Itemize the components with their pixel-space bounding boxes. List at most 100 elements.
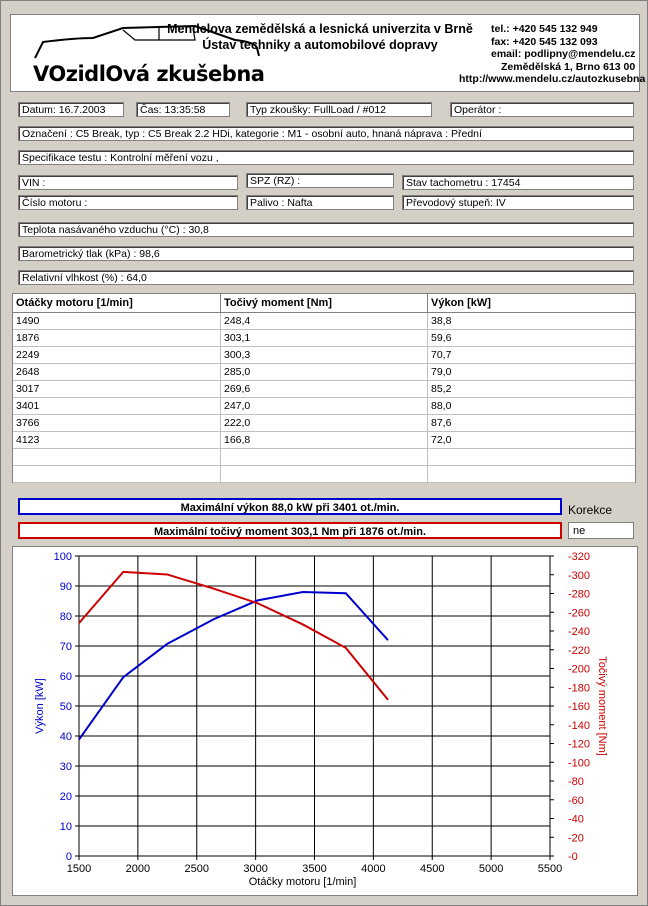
y-left-tick-label: 40 [60,731,72,743]
x-axis-label: Otáčky motoru [1/min] [249,876,357,888]
y-right-tick-label: -300 [568,570,590,582]
table-cell[interactable]: 59,6 [428,330,635,347]
intake-temp-field[interactable]: Teplota nasávaného vzduchu (°C) : 30,8 [18,222,634,237]
engine-number-field[interactable]: Číslo motoru : [18,195,238,210]
column-header-rpm[interactable]: Otáčky motoru [1/min] [13,294,221,313]
table-cell[interactable]: 4123 [13,432,221,449]
power-point [387,639,389,641]
y-right-tick-label: -60 [568,795,584,807]
torque-point [213,588,215,590]
table-cell[interactable]: 247,0 [221,398,428,415]
max-power-box: Maximální výkon 88,0 kW při 3401 ot./min… [18,498,562,515]
table-cell[interactable]: 1876 [13,330,221,347]
x-tick-label: 5000 [479,863,503,875]
operator-field[interactable]: Operátor : [450,102,634,117]
report-header: VOzidlOvá zkušebna Mendelova zemědělská … [10,14,645,92]
vin-field[interactable]: VIN : [18,175,238,190]
correction-field[interactable]: ne [568,522,634,539]
power-point [302,591,304,593]
y-left-tick-label: 60 [60,671,72,683]
torque-point [166,573,168,575]
y-right-tick-label: -220 [568,645,590,657]
date-field[interactable]: Datum: 16.7.2003 [18,102,124,117]
contact-address: Zemědělská 1, Brno 613 00 [501,60,636,73]
table-cell[interactable]: 88,0 [428,398,635,415]
y-right-tick-label: -280 [568,589,590,601]
gear-field[interactable]: Převodový stupeň: IV [402,195,634,210]
table-cell[interactable] [221,466,428,483]
table-cell[interactable]: 2648 [13,364,221,381]
torque-series-line [78,570,389,701]
time-field[interactable]: Čas: 13:35:58 [136,102,230,117]
x-tick-label: 4500 [420,863,444,875]
y-right-tick-label: -100 [568,757,590,769]
x-tick-label: 1500 [67,863,91,875]
y-left-axis-label: Výkon [kW] [34,678,46,734]
humidity-field[interactable]: Relativní vlhkost (%) : 64,0 [18,270,634,285]
table-cell[interactable]: 269,6 [221,381,428,398]
column-header-power[interactable]: Výkon [kW] [428,294,635,313]
table-cell[interactable]: 38,8 [428,313,635,330]
x-tick-label: 4000 [361,863,385,875]
column-header-torque[interactable]: Točivý moment [Nm] [221,294,428,313]
y-left-tick-label: 80 [60,611,72,623]
results-table[interactable]: Otáčky motoru [1/min] Točivý moment [Nm]… [12,293,636,483]
table-cell[interactable] [221,449,428,466]
table-cell[interactable]: 70,7 [428,347,635,364]
torque-point [387,699,389,701]
table-cell[interactable]: 85,2 [428,381,635,398]
table-cell[interactable] [428,466,635,483]
test-type-field[interactable]: Typ zkoušky: FullLoad / #012 [246,102,432,117]
y-left-tick-label: 0 [66,851,72,863]
y-left-tick-label: 100 [54,551,72,563]
y-right-tick-label: -40 [568,814,584,826]
y-right-tick-label: -260 [568,607,590,619]
x-tick-label: 2500 [185,863,209,875]
table-cell[interactable]: 1490 [13,313,221,330]
power-point [213,618,215,620]
power-point [122,676,124,678]
table-cell[interactable]: 3017 [13,381,221,398]
table-cell[interactable]: 3766 [13,415,221,432]
table-cell[interactable]: 166,8 [221,432,428,449]
table-cell[interactable]: 3401 [13,398,221,415]
power-torque-chart: 1500 2000 2500 3000 3500 4000 4500 5000 5500 0 10 2… [12,546,638,896]
table-cell[interactable]: 300,3 [221,347,428,364]
table-cell[interactable]: 303,1 [221,330,428,347]
table-cell[interactable] [428,449,635,466]
barometric-field[interactable]: Barometrický tlak (kPa) : 98,6 [18,246,634,261]
table-cell[interactable] [13,466,221,483]
table-cell[interactable]: 72,0 [428,432,635,449]
torque-point [345,647,347,649]
power-series-line [78,590,389,741]
fuel-field[interactable]: Palivo : Nafta [246,195,394,210]
correction-label: Korekce [568,503,613,517]
table-cell[interactable]: 79,0 [428,364,635,381]
table-cell[interactable]: 285,0 [221,364,428,381]
test-spec-field[interactable]: Specifikace testu : Kontrolní měření voz… [18,150,634,165]
table-cell[interactable]: 248,4 [221,313,428,330]
table-cell[interactable]: 2249 [13,347,221,364]
contact-block: tel.: +420 545 132 949 fax: +420 545 132… [449,23,645,86]
institute-name: Ústav techniky a automobilové dopravy [202,38,438,52]
x-tick-label: 5500 [538,863,562,875]
table-cell[interactable]: 87,6 [428,415,635,432]
chart-svg: 1500 2000 2500 3000 3500 4000 4500 5000 5500 0 10 2… [34,551,608,888]
torque-point [257,602,259,604]
contact-fax: fax: +420 545 132 093 [491,35,598,48]
designation-field[interactable]: Označení : C5 Break, typ : C5 Break 2.2 … [18,126,634,141]
max-torque-box: Maximální točivý moment 303,1 Nm při 187… [18,522,562,539]
power-point [78,739,80,741]
y-left-tick-label: 20 [60,791,72,803]
odometer-field[interactable]: Stav tachometru : 17454 [402,175,634,190]
y-right-axis-label: Točivý moment [Nm] [596,656,608,756]
torque-point [122,571,124,573]
torque-point [78,622,80,624]
y-right-tick-label: -160 [568,701,590,713]
x-tick-label: 3000 [243,863,267,875]
y-right-tick-label: -140 [568,720,590,732]
spz-field[interactable]: SPZ (RZ) : [246,173,394,188]
table-cell[interactable] [13,449,221,466]
table-cell[interactable]: 222,0 [221,415,428,432]
y-left-tick-label: 50 [60,701,72,713]
